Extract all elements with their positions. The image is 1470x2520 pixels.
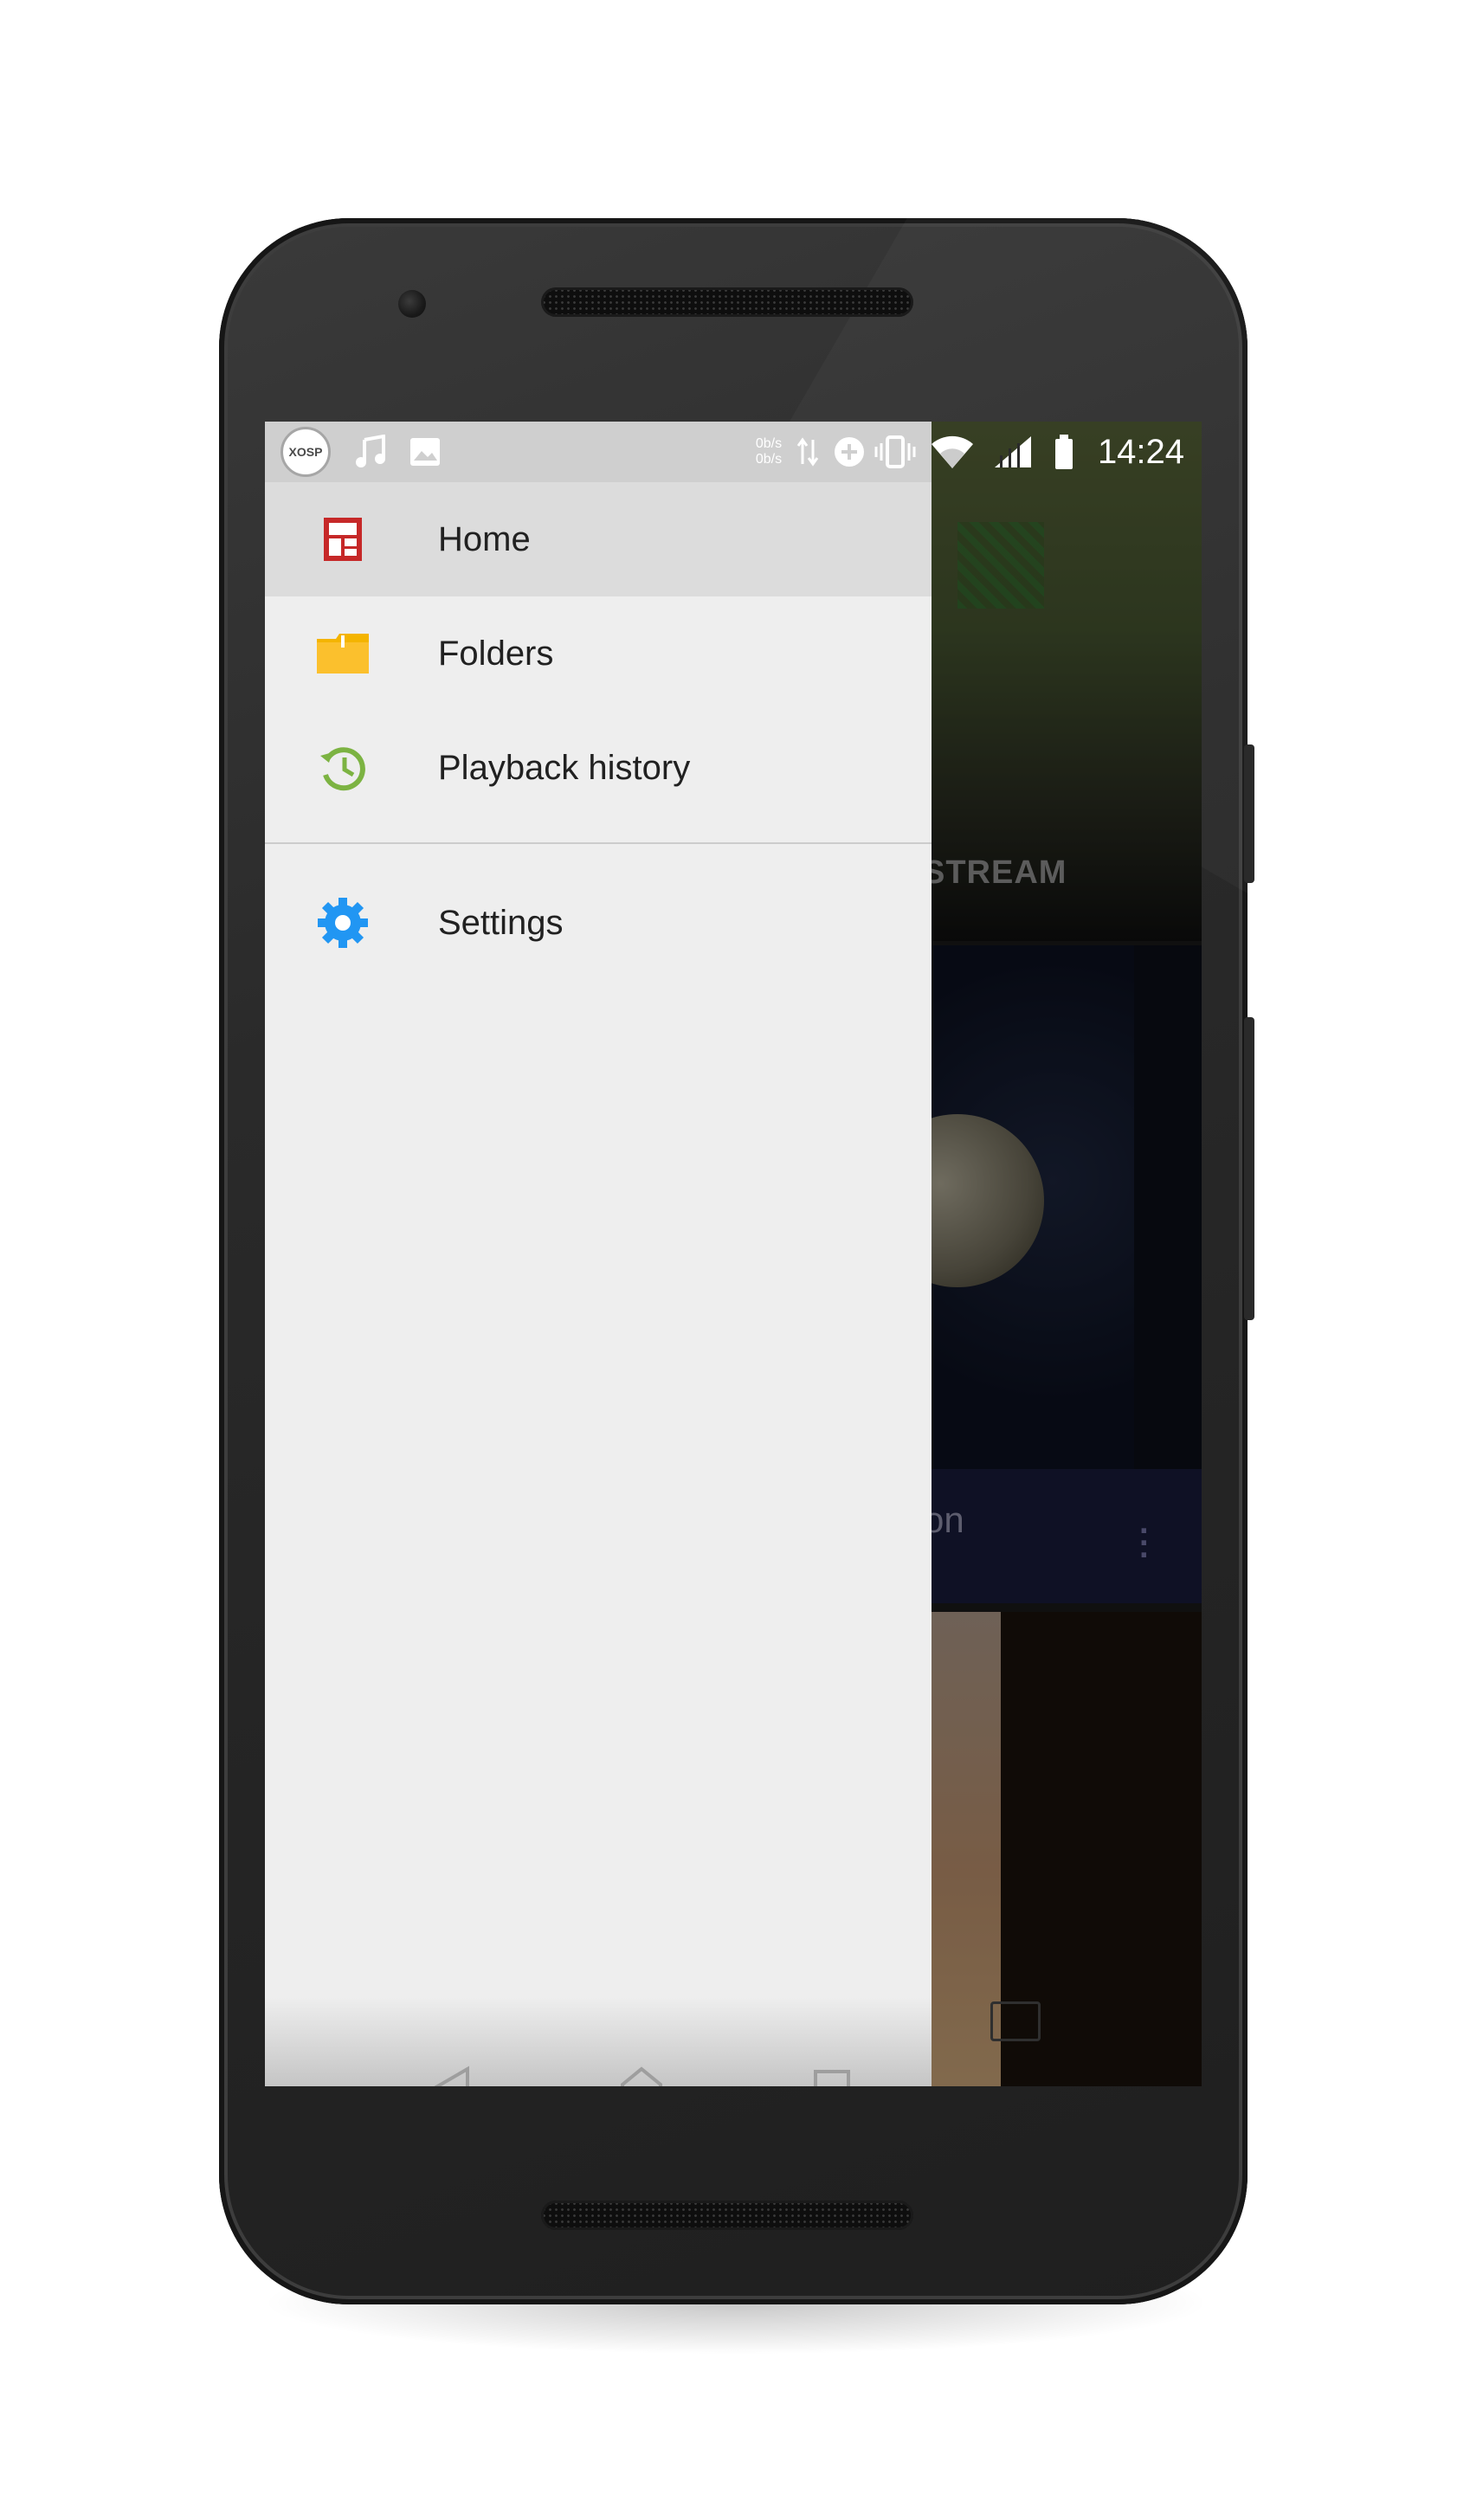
clock: 14:24 xyxy=(1097,432,1185,471)
folder-icon xyxy=(313,623,373,684)
navigation-drawer: Home Folders Playback history Settings xyxy=(265,482,932,2086)
home-icon[interactable] xyxy=(607,2053,676,2086)
image-icon xyxy=(403,422,447,482)
drawer-item-home[interactable]: Home xyxy=(265,482,932,596)
drawer-item-label: Playback history xyxy=(438,748,691,787)
data-saver-icon xyxy=(828,422,871,482)
home-grid-icon xyxy=(313,509,373,570)
recents-icon[interactable] xyxy=(797,2053,867,2086)
gear-icon xyxy=(313,893,373,953)
xosp-icon: XOSP xyxy=(277,422,334,482)
net-speed-indicator: 0b/s 0b/s xyxy=(746,422,791,482)
vibrate-icon xyxy=(871,422,919,482)
drawer-item-label: Folders xyxy=(438,634,554,673)
data-transfer-icon xyxy=(791,422,824,482)
front-camera xyxy=(398,290,426,318)
drawer-item-label: Home xyxy=(438,519,531,558)
battery-icon xyxy=(1044,422,1084,482)
xosp-badge: XOSP xyxy=(280,427,331,477)
power-button xyxy=(1244,744,1254,883)
cellular-signal-icon xyxy=(987,422,1039,482)
back-icon[interactable] xyxy=(416,2053,486,2086)
bottom-speaker xyxy=(541,2201,913,2230)
net-speed-down: 0b/s xyxy=(755,452,783,467)
net-speed-up: 0b/s xyxy=(755,436,783,451)
status-bar: XOSP 0b/s 0b/s 14:24 xyxy=(265,422,1202,482)
drawer-item-folders[interactable]: Folders xyxy=(265,596,932,711)
top-speaker xyxy=(541,287,913,317)
wifi-icon xyxy=(925,422,980,482)
screen: STREAM tion · · · XOSP 0b/s 0b/s 14:24 H… xyxy=(265,422,1202,2086)
volume-button xyxy=(1244,1017,1254,1320)
drawer-item-playback-history[interactable]: Playback history xyxy=(265,711,932,825)
music-note-icon xyxy=(350,422,393,482)
drawer-item-label: Settings xyxy=(438,903,564,942)
drawer-divider xyxy=(265,842,932,844)
history-icon xyxy=(313,738,373,798)
drawer-item-settings[interactable]: Settings xyxy=(265,866,932,980)
status-time: 14:24 xyxy=(1087,422,1195,482)
navigation-bar xyxy=(265,1997,932,2086)
